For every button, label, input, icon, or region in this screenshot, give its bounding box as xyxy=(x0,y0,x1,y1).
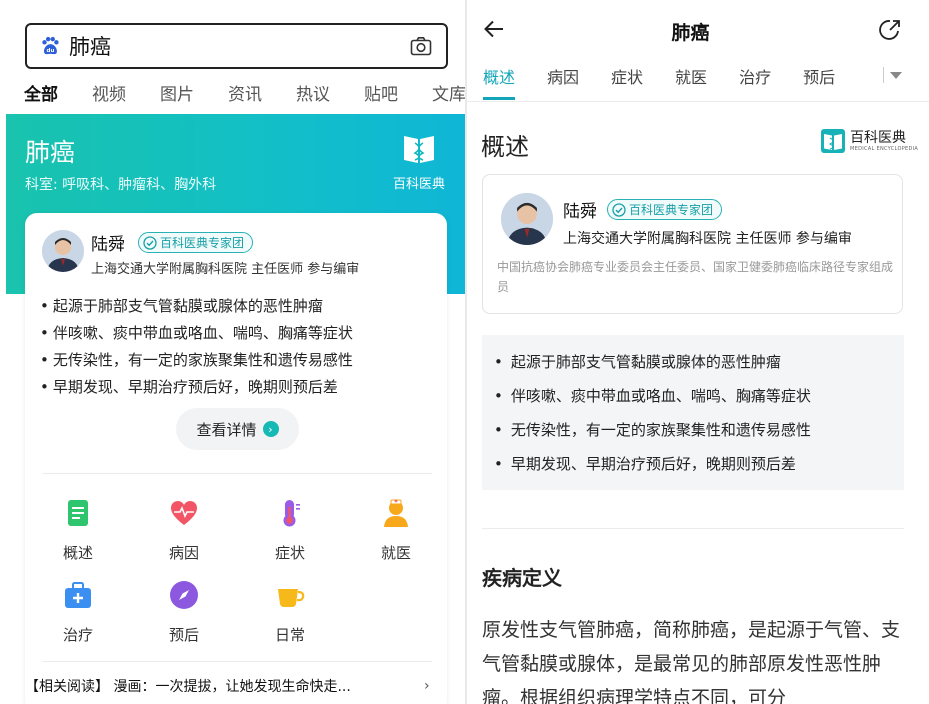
search-query: 肺癌 xyxy=(69,35,111,59)
related-reading-link[interactable]: 【相关阅读】 漫画：一次提拔，让她发现生命快走... xyxy=(25,676,445,696)
book-dna-icon xyxy=(821,129,845,153)
divider xyxy=(42,661,432,662)
baike-yidian-logo: 百科医典 xyxy=(388,130,450,192)
badge-label: 百科医典专家团 xyxy=(629,203,714,217)
grid-label: 概述 xyxy=(62,544,93,562)
book-dna-icon xyxy=(404,136,434,163)
compass-icon xyxy=(170,581,198,609)
badge-label: 百科医典专家团 xyxy=(160,236,245,250)
disease-detail-panel: 肺癌 概述 病因 症状 就医 治疗 预后 概述 百科医典 MEDICAL ENC… xyxy=(467,0,929,704)
grid-label: 症状 xyxy=(274,544,305,562)
divider xyxy=(42,473,432,474)
tab-news[interactable]: 资讯 xyxy=(228,80,262,112)
search-category-tabs: 全部 视频 图片 资讯 热议 贴吧 文库 xyxy=(24,80,465,119)
chevron-right-icon: › xyxy=(424,678,430,694)
list-item: 早期发现、早期治疗预后好，晚期则预后差 xyxy=(494,447,811,481)
divider xyxy=(482,528,904,529)
view-details-label: 查看详情 xyxy=(196,420,257,439)
grid-item-prognosis[interactable]: 预后 xyxy=(154,580,214,645)
tabs-expand-button[interactable] xyxy=(883,67,902,83)
logo-text: 百科医典 xyxy=(850,129,906,146)
share-icon[interactable] xyxy=(878,18,902,42)
chevron-right-icon: › xyxy=(262,421,279,437)
grid-item-treatment[interactable]: 治疗 xyxy=(48,580,108,645)
tab-see-doctor[interactable]: 就医 xyxy=(675,64,707,88)
cup-icon xyxy=(278,589,305,607)
grid-item-overview[interactable]: 概述 xyxy=(48,498,108,563)
baidu-paw-icon: du xyxy=(42,36,59,55)
grid-label: 治疗 xyxy=(62,626,93,644)
list-item: 无传染性，有一定的家族聚集性和遗传易感性 xyxy=(494,413,811,447)
section-tabs: 概述 病因 症状 就医 治疗 预后 xyxy=(483,64,867,100)
grid-item-cause[interactable]: 病因 xyxy=(154,498,214,563)
list-item: 无传染性，有一定的家族聚集性和遗传易感性 xyxy=(40,347,353,374)
check-circle-icon xyxy=(143,235,157,250)
list-item: 伴咳嗽、痰中带血或咯血、喘鸣、胸痛等症状 xyxy=(494,379,811,413)
tab-overview[interactable]: 概述 xyxy=(483,64,516,100)
grid-item-daily[interactable]: 日常 xyxy=(260,580,320,645)
medical-kit-icon xyxy=(65,582,91,608)
grid-item-symptom[interactable]: 症状 xyxy=(260,498,320,563)
baike-yidian-logo: 百科医典 MEDICAL ENCYCLOPEDIA xyxy=(820,128,918,154)
thermometer-icon xyxy=(283,500,300,527)
camera-icon[interactable] xyxy=(410,36,432,56)
divider xyxy=(883,67,884,83)
page-title: 肺癌 xyxy=(671,22,710,44)
expert-description: 中国抗癌协会肺癌专业委员会主任委员、国家卫健委肺癌临床路径专家组成员 xyxy=(497,260,894,294)
svg-text:du: du xyxy=(47,48,55,54)
logo-text: 百科医典 xyxy=(392,177,445,192)
definition-text: 原发性支气管肺癌，简称肺癌，是起源于气管、支气管黏膜或腺体，是最常见的肺部原发性… xyxy=(482,619,901,704)
tab-wenku[interactable]: 文库 xyxy=(432,80,465,112)
summary-box: 起源于肺部支气管黏膜或腺体的恶性肿瘤 伴咳嗽、痰中带血或咯血、喘鸣、胸痛等症状 … xyxy=(482,335,904,490)
tab-tieba[interactable]: 贴吧 xyxy=(364,80,398,112)
tab-all[interactable]: 全部 xyxy=(24,80,58,119)
list-item: 伴咳嗽、痰中带血或咯血、喘鸣、胸痛等症状 xyxy=(40,320,353,347)
tab-cause[interactable]: 病因 xyxy=(547,64,579,88)
grid-label: 日常 xyxy=(274,626,305,644)
expert-team-badge: 百科医典专家团 xyxy=(138,232,254,253)
grid-label: 就医 xyxy=(380,544,411,562)
grid-label: 预后 xyxy=(168,626,199,644)
expert-name: 陆舜 xyxy=(91,235,125,255)
expert-title: 上海交通大学附属胸科医院 主任医师 参与编审 xyxy=(563,231,852,247)
department-text: 科室: 呼吸科、肿瘤科、胸外科 xyxy=(25,177,217,193)
search-result-panel: du 肺癌 全部 视频 图片 资讯 热议 贴吧 文库 肺癌 科室: 呼吸科、肿瘤… xyxy=(6,0,465,704)
document-icon xyxy=(68,500,88,526)
heart-pulse-icon xyxy=(171,501,197,525)
tab-treatment[interactable]: 治疗 xyxy=(739,64,771,88)
expert-card: 陆舜 百科医典专家团 上海交通大学附属胸科医院 主任医师 参与编审 中国抗癌协会… xyxy=(482,174,903,314)
tab-video[interactable]: 视频 xyxy=(92,80,126,112)
expert-name: 陆舜 xyxy=(563,202,597,222)
check-circle-icon xyxy=(612,202,626,217)
grid-label: 病因 xyxy=(168,544,199,562)
expert-title: 上海交通大学附属胸科医院 主任医师 参与编审 xyxy=(91,262,360,277)
definition-title: 疾病定义 xyxy=(482,566,562,590)
doctor-icon xyxy=(384,499,408,527)
tab-images[interactable]: 图片 xyxy=(160,80,194,112)
tab-prognosis[interactable]: 预后 xyxy=(803,64,835,88)
tab-symptom[interactable]: 症状 xyxy=(611,64,643,88)
divider xyxy=(467,101,929,102)
grid-item-see-doctor[interactable]: 就医 xyxy=(366,498,426,563)
expert-avatar xyxy=(501,193,553,245)
summary-bullets: 起源于肺部支气管黏膜或腺体的恶性肿瘤 伴咳嗽、痰中带血或咯血、喘鸣、胸痛等症状 … xyxy=(494,345,811,481)
tab-discussion[interactable]: 热议 xyxy=(296,80,330,112)
list-item: 早期发现、早期治疗预后好，晚期则预后差 xyxy=(40,374,353,401)
summary-bullets: 起源于肺部支气管黏膜或腺体的恶性肿瘤 伴咳嗽、痰中带血或咯血、喘鸣、胸痛等症状 … xyxy=(40,293,353,401)
section-title: 概述 xyxy=(481,133,529,161)
chevron-down-icon xyxy=(890,71,902,79)
view-details-button[interactable]: 查看详情 › xyxy=(176,408,299,450)
list-item: 起源于肺部支气管黏膜或腺体的恶性肿瘤 xyxy=(40,293,353,320)
disease-summary-card: 陆舜 百科医典专家团 上海交通大学附属胸科医院 主任医师 参与编审 起源于肺部支… xyxy=(25,213,447,704)
search-input[interactable]: du 肺癌 xyxy=(25,23,448,69)
expert-team-badge: 百科医典专家团 xyxy=(607,199,723,220)
expert-avatar xyxy=(42,230,84,272)
disease-title: 肺癌 xyxy=(25,138,76,167)
list-item: 起源于肺部支气管黏膜或腺体的恶性肿瘤 xyxy=(494,345,811,379)
logo-subtext: MEDICAL ENCYCLOPEDIA xyxy=(850,145,919,152)
